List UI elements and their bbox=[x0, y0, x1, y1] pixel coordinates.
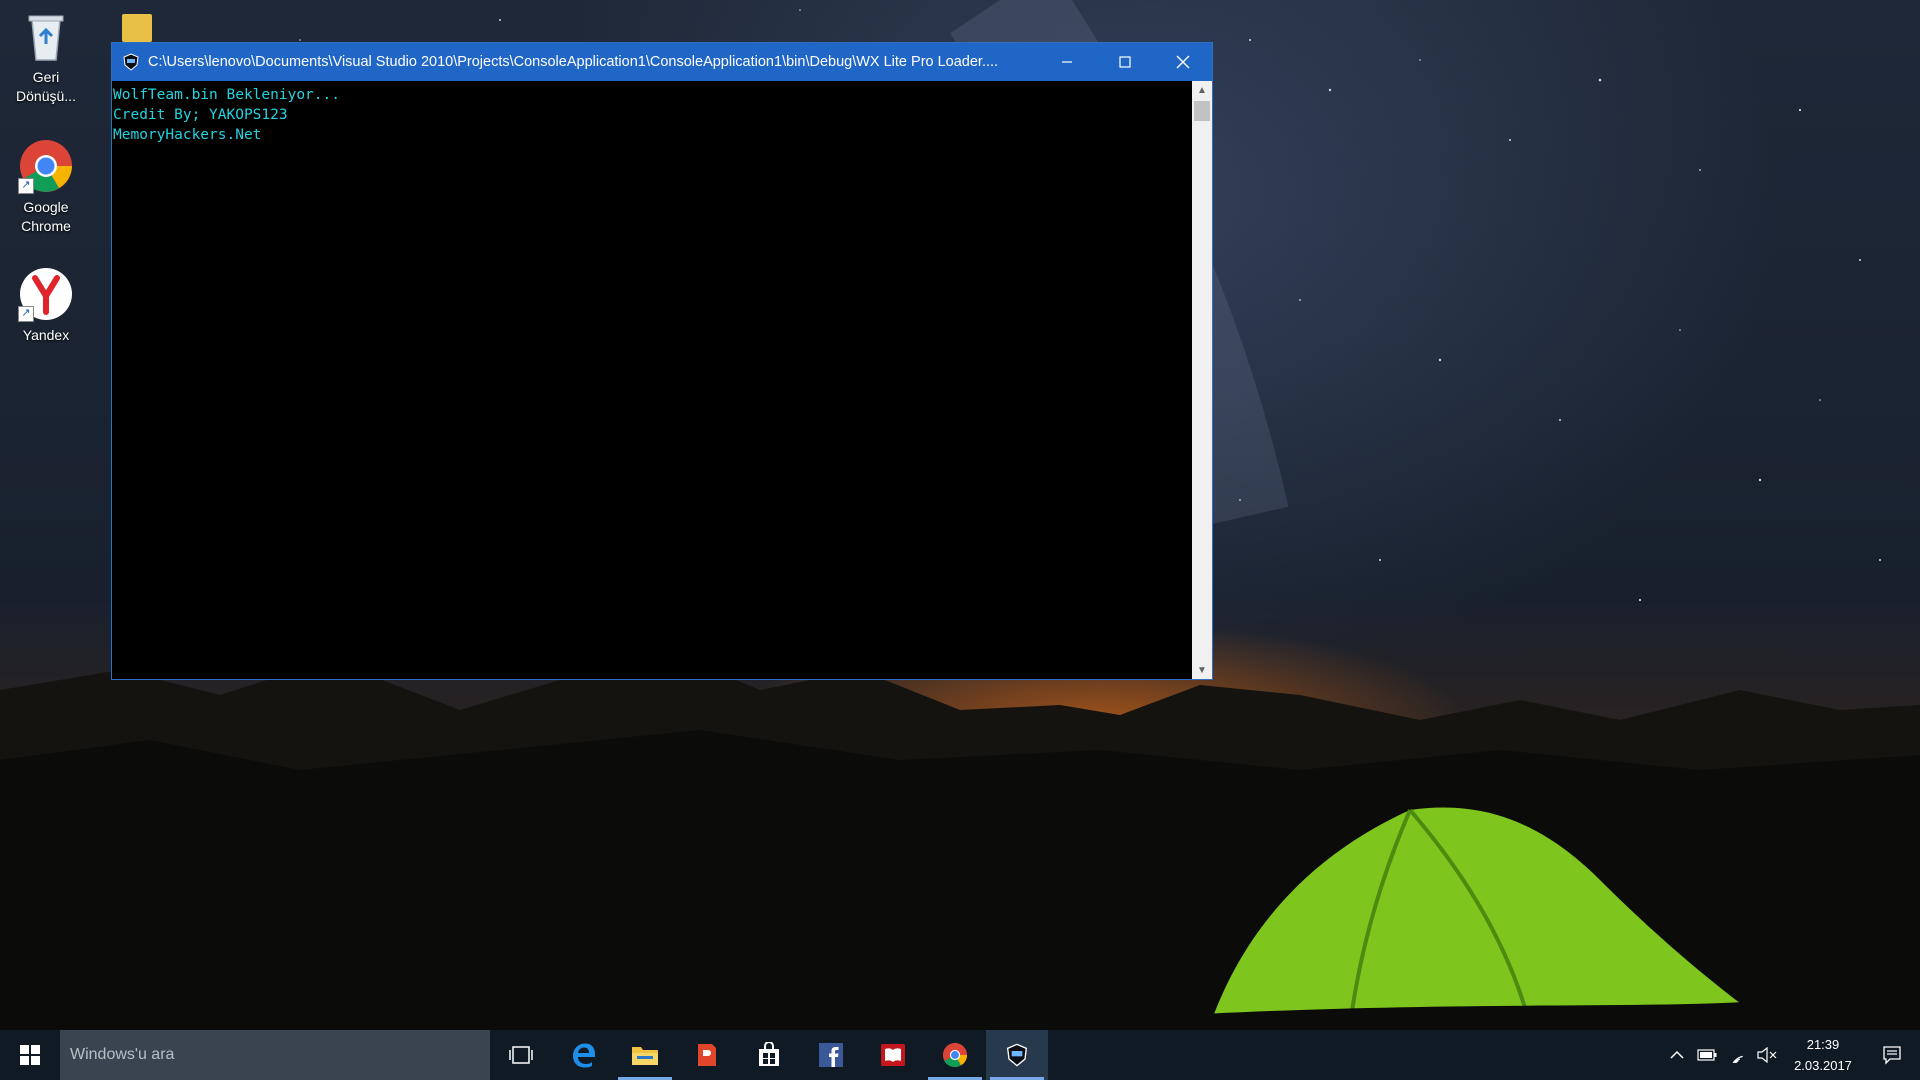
shortcut-arrow-icon: ↗ bbox=[18, 178, 34, 194]
taskbar-file-explorer[interactable] bbox=[614, 1030, 676, 1080]
chrome-icon: ↗ bbox=[18, 138, 74, 194]
scrollbar-thumb[interactable] bbox=[1194, 101, 1210, 121]
close-icon bbox=[1176, 55, 1190, 69]
shortcut-arrow-icon: ↗ bbox=[18, 306, 34, 322]
desktop-icon-yandex[interactable]: ↗ Yandex bbox=[6, 266, 86, 345]
desktop-icon-google-chrome[interactable]: ↗ Google Chrome bbox=[6, 138, 86, 236]
start-button[interactable] bbox=[0, 1030, 60, 1080]
console-line: MemoryHackers.Net bbox=[113, 127, 262, 143]
notification-icon bbox=[1883, 1046, 1901, 1065]
maximize-icon bbox=[1119, 56, 1131, 68]
console-app-icon bbox=[1006, 1043, 1028, 1067]
console-app-icon bbox=[123, 53, 139, 71]
console-line: Credit By; YAKOPS123 bbox=[113, 107, 288, 123]
wifi-icon[interactable] bbox=[1722, 1030, 1752, 1080]
system-tray: 21:39 2.03.2017 bbox=[1662, 1030, 1920, 1080]
windows-logo-icon bbox=[20, 1045, 40, 1065]
chrome-icon bbox=[942, 1042, 968, 1068]
console-window[interactable]: C:\Users\lenovo\Documents\Visual Studio … bbox=[111, 42, 1213, 680]
taskbar-app-orange[interactable] bbox=[676, 1030, 738, 1080]
volume-muted-icon[interactable] bbox=[1752, 1030, 1782, 1080]
taskbar-facebook[interactable] bbox=[800, 1030, 862, 1080]
recycle-bin-icon bbox=[18, 8, 74, 64]
minimize-button[interactable] bbox=[1038, 43, 1096, 81]
console-titlebar[interactable]: C:\Users\lenovo\Documents\Visual Studio … bbox=[112, 43, 1212, 81]
glowing-tent bbox=[1180, 807, 1780, 1030]
show-hidden-icons-chevron-icon[interactable] bbox=[1662, 1030, 1692, 1080]
clock-time: 21:39 bbox=[1806, 1037, 1840, 1052]
taskbar: Windows'u ara 21:39 2.03.2017 bbox=[0, 1030, 1920, 1080]
desktop-icon-label: Google Chrome bbox=[21, 199, 71, 234]
console-output[interactable]: WolfTeam.bin Bekleniyor... Credit By; YA… bbox=[112, 81, 1192, 679]
clock-date: 2.03.2017 bbox=[1794, 1058, 1852, 1073]
desktop-icon-label: Yandex bbox=[22, 327, 70, 343]
facebook-icon bbox=[819, 1043, 843, 1067]
app-icon bbox=[698, 1044, 716, 1066]
vertical-scrollbar[interactable]: ▲ ▼ bbox=[1192, 81, 1212, 679]
close-button[interactable] bbox=[1154, 43, 1212, 81]
file-explorer-icon bbox=[632, 1047, 658, 1065]
task-view-icon bbox=[509, 1046, 533, 1064]
taskbar-reader[interactable] bbox=[862, 1030, 924, 1080]
clock[interactable]: 21:39 2.03.2017 bbox=[1782, 1034, 1864, 1076]
desktop-icon-label: Geri Dönüşü... bbox=[16, 69, 76, 104]
reader-icon bbox=[881, 1044, 905, 1066]
taskbar-chrome[interactable] bbox=[924, 1030, 986, 1080]
console-title: C:\Users\lenovo\Documents\Visual Studio … bbox=[148, 54, 999, 70]
store-icon bbox=[759, 1042, 779, 1066]
taskbar-store[interactable] bbox=[738, 1030, 800, 1080]
taskbar-edge[interactable] bbox=[552, 1030, 614, 1080]
yandex-icon: ↗ bbox=[18, 266, 74, 322]
minimize-icon bbox=[1062, 61, 1072, 63]
scroll-up-arrow-icon[interactable]: ▲ bbox=[1192, 81, 1212, 99]
edge-icon bbox=[573, 1043, 595, 1068]
task-view-button[interactable] bbox=[490, 1030, 552, 1080]
taskbar-console-app[interactable] bbox=[986, 1030, 1048, 1080]
console-line: WolfTeam.bin Bekleniyor... bbox=[113, 87, 340, 103]
search-input[interactable]: Windows'u ara bbox=[60, 1030, 490, 1080]
maximize-button[interactable] bbox=[1096, 43, 1154, 81]
battery-icon[interactable] bbox=[1692, 1030, 1722, 1080]
desktop-icon-recycle-bin[interactable]: Geri Dönüşü... bbox=[6, 8, 86, 106]
folder-icon[interactable] bbox=[122, 14, 152, 42]
scroll-down-arrow-icon[interactable]: ▼ bbox=[1192, 661, 1212, 679]
action-center-button[interactable] bbox=[1864, 1030, 1920, 1080]
